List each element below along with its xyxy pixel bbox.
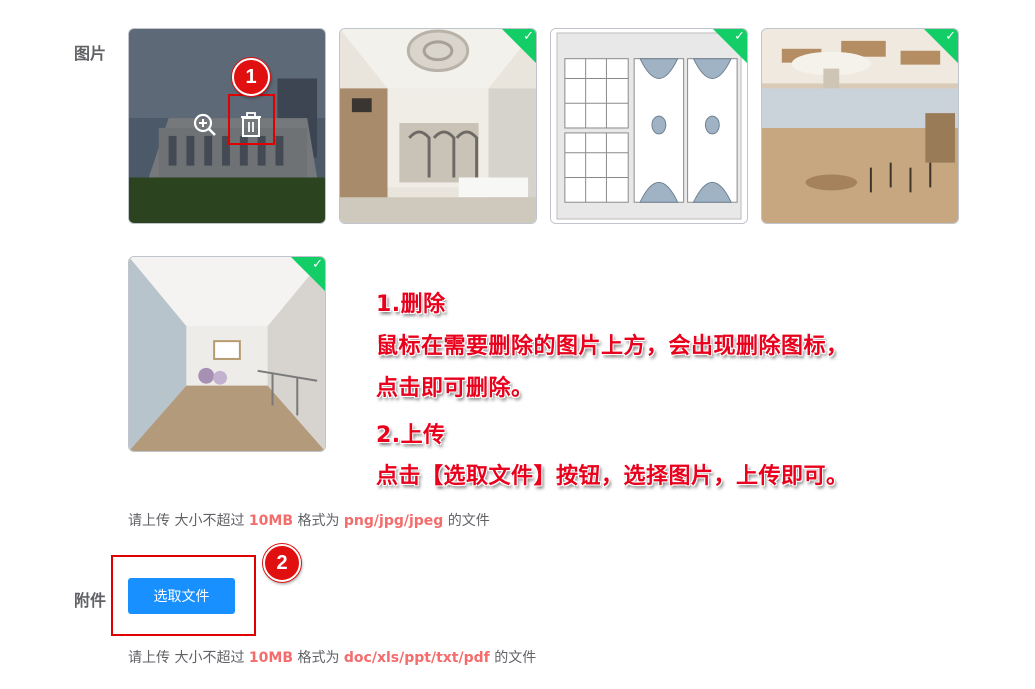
image-thumb-floorplan[interactable]: ✓ bbox=[550, 28, 748, 224]
step-badge-1: 1 bbox=[232, 58, 270, 96]
annotation-line-2: 鼠标在需要删除的图片上方，会出现删除图标， bbox=[376, 334, 849, 359]
check-icon: ✓ bbox=[312, 257, 323, 272]
tip-prefix: 请上传 大小不超过 bbox=[128, 650, 245, 666]
success-check-badge: ✓ bbox=[713, 29, 747, 63]
success-check-badge: ✓ bbox=[502, 29, 536, 63]
image-thumb-lobby[interactable]: ✓ bbox=[339, 28, 537, 224]
attachment-field-label: 附件 bbox=[74, 591, 107, 610]
tip-suffix: 的文件 bbox=[494, 650, 537, 666]
check-icon: ✓ bbox=[734, 29, 745, 44]
tip-prefix: 请上传 大小不超过 bbox=[128, 513, 245, 529]
tip-formats: png/jpg/jpeg bbox=[343, 513, 444, 529]
success-check-badge: ✓ bbox=[924, 29, 958, 63]
image-field-label: 图片 bbox=[74, 44, 107, 63]
image-upload-tip: 请上传 大小不超过 10MB 格式为 png/jpg/jpeg 的文件 bbox=[128, 510, 490, 530]
check-icon: ✓ bbox=[523, 29, 534, 44]
annotation-line-1: 1.删除 bbox=[376, 292, 446, 317]
tip-suffix: 的文件 bbox=[447, 513, 490, 529]
tip-format-prefix: 格式为 bbox=[297, 513, 340, 529]
image-thumb-studio[interactable]: ✓ bbox=[128, 256, 326, 452]
tip-size-limit: 10MB bbox=[248, 513, 293, 529]
tip-format-prefix: 格式为 bbox=[297, 650, 340, 666]
image-thumb-lounge[interactable]: ✓ bbox=[761, 28, 959, 224]
annotation-line-4: 2.上传 bbox=[376, 423, 446, 448]
tip-formats: doc/xls/ppt/txt/pdf bbox=[343, 650, 490, 666]
check-icon: ✓ bbox=[945, 29, 956, 44]
attachment-upload-tip: 请上传 大小不超过 10MB 格式为 doc/xls/ppt/txt/pdf 的… bbox=[128, 647, 536, 667]
success-check-badge: ✓ bbox=[291, 257, 325, 291]
select-file-button[interactable]: 选取文件 bbox=[128, 578, 235, 614]
step-badge-2: 2 bbox=[263, 544, 301, 582]
image-thumb-building[interactable] bbox=[128, 28, 326, 224]
delete-highlight-box bbox=[228, 94, 275, 145]
zoom-in-icon[interactable] bbox=[189, 109, 221, 141]
annotation-line-3: 点击即可删除。 bbox=[376, 376, 534, 401]
tip-size-limit: 10MB bbox=[248, 650, 293, 666]
annotation-line-5: 点击【选取文件】按钮，选择图片，上传即可。 bbox=[376, 464, 849, 489]
